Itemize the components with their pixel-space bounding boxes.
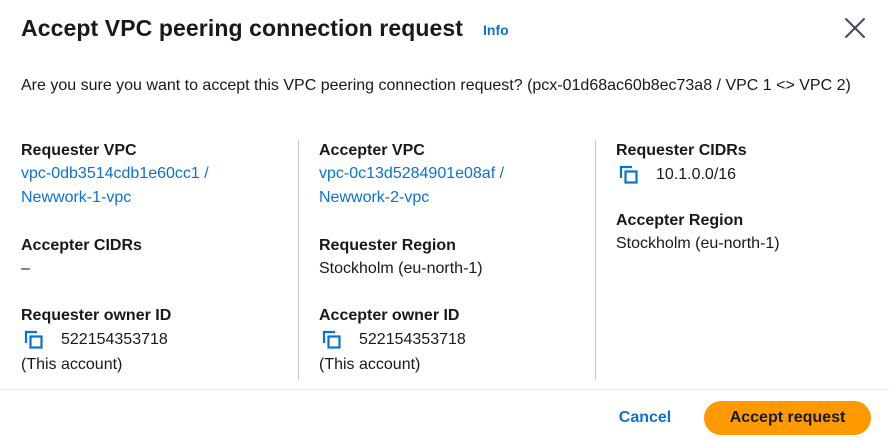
requester-vpc-name: Newwork-1-vpc bbox=[21, 189, 132, 206]
accept-peering-dialog: Accept VPC peering connection request In… bbox=[0, 0, 889, 440]
requester-region-field: Requester Region Stockholm (eu-north-1) bbox=[319, 235, 483, 281]
requester-vpc-link[interactable]: vpc-0db3514cdb1e60cc1 / Newwork-1-vpc bbox=[21, 162, 209, 210]
accepter-vpc-field: Accepter VPC vpc-0c13d5284901e08af / New… bbox=[319, 140, 504, 210]
requester-cidrs-value: 10.1.0.0/16 bbox=[656, 166, 737, 183]
accepter-cidrs-value: – bbox=[21, 260, 30, 277]
requester-owner-id: 522154353718 bbox=[61, 331, 168, 348]
requester-cidrs-row: 10.1.0.0/16 bbox=[616, 162, 747, 188]
dialog-header: Accept VPC peering connection request In… bbox=[21, 12, 869, 48]
requester-region-value: Stockholm (eu-north-1) bbox=[319, 260, 483, 277]
accepter-region-value: Stockholm (eu-north-1) bbox=[616, 235, 780, 252]
accepter-owner-id: 522154353718 bbox=[359, 331, 466, 348]
accepter-owner-field: Accepter owner ID 522154353718 (This acc… bbox=[319, 305, 466, 377]
copy-icon[interactable] bbox=[321, 329, 343, 351]
requester-cidrs-field: Requester CIDRs 10.1.0.0/16 bbox=[616, 140, 747, 188]
accepter-vpc-link[interactable]: vpc-0c13d5284901e08af / Newwork-2-vpc bbox=[319, 162, 504, 210]
close-button[interactable] bbox=[841, 14, 869, 42]
accepter-cidrs-field: Accepter CIDRs – bbox=[21, 235, 142, 281]
details-column-3: Requester CIDRs 10.1.0.0/16 Accepter Reg… bbox=[595, 140, 869, 380]
footer-divider bbox=[0, 389, 889, 390]
info-link[interactable]: Info bbox=[483, 21, 509, 39]
accepter-owner-note: (This account) bbox=[319, 356, 421, 373]
requester-owner-note: (This account) bbox=[21, 356, 123, 373]
accepter-vpc-label: Accepter VPC bbox=[319, 142, 425, 159]
accepter-cidrs-label: Accepter CIDRs bbox=[21, 237, 142, 254]
requester-vpc-label: Requester VPC bbox=[21, 142, 137, 159]
dialog-title: Accept VPC peering connection request bbox=[21, 15, 464, 41]
details-column-2: Accepter VPC vpc-0c13d5284901e08af / New… bbox=[298, 140, 595, 380]
copy-icon[interactable] bbox=[618, 164, 640, 186]
cancel-button[interactable]: Cancel bbox=[604, 401, 686, 435]
confirmation-question: Are you sure you want to accept this VPC… bbox=[21, 77, 851, 94]
details-column-1: Requester VPC vpc-0db3514cdb1e60cc1 / Ne… bbox=[21, 140, 298, 380]
accepter-region-field: Accepter Region Stockholm (eu-north-1) bbox=[616, 210, 780, 256]
accepter-vpc-id: vpc-0c13d5284901e08af / bbox=[319, 165, 505, 182]
accepter-region-label: Accepter Region bbox=[616, 212, 744, 229]
requester-owner-row: 522154353718 bbox=[21, 327, 171, 353]
accepter-owner-label: Accepter owner ID bbox=[319, 307, 460, 324]
requester-vpc-field: Requester VPC vpc-0db3514cdb1e60cc1 / Ne… bbox=[21, 140, 209, 210]
requester-cidrs-label: Requester CIDRs bbox=[616, 142, 747, 159]
requester-region-label: Requester Region bbox=[319, 237, 456, 254]
close-icon bbox=[845, 18, 865, 38]
accepter-vpc-name: Newwork-2-vpc bbox=[319, 189, 430, 206]
requester-owner-label: Requester owner ID bbox=[21, 307, 172, 324]
requester-owner-field: Requester owner ID 522154353718 (This ac… bbox=[21, 305, 171, 377]
accepter-owner-row: 522154353718 bbox=[319, 327, 466, 353]
copy-icon[interactable] bbox=[23, 329, 45, 351]
requester-vpc-id: vpc-0db3514cdb1e60cc1 / bbox=[21, 165, 209, 182]
accept-request-button[interactable]: Accept request bbox=[704, 401, 871, 435]
